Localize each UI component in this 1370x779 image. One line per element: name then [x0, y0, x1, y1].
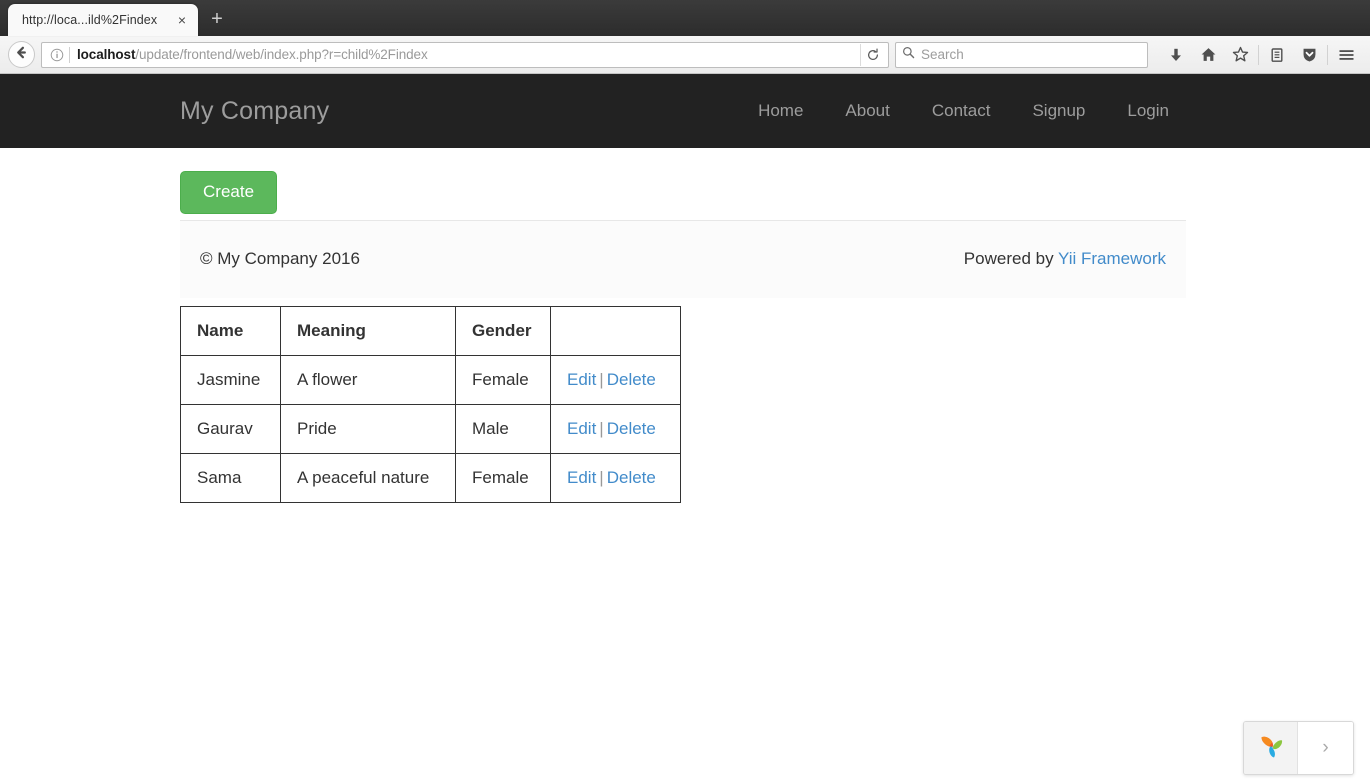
- cell-gender: Male: [455, 403, 551, 454]
- powered-by-label: Powered by: [963, 249, 1058, 269]
- new-tab-button[interactable]: +: [202, 4, 232, 34]
- info-circle-icon[interactable]: [48, 46, 66, 64]
- url-bar[interactable]: localhost/update/frontend/web/index.php?…: [41, 41, 889, 68]
- nav-link-contact[interactable]: Contact: [911, 101, 1012, 121]
- library-icon[interactable]: [1261, 40, 1293, 70]
- cell-name: Sama: [180, 452, 281, 503]
- tab-close-icon[interactable]: ×: [174, 12, 190, 28]
- site-footer: © My Company 2016 Powered by Yii Framewo…: [180, 219, 1186, 298]
- action-separator: |: [599, 418, 604, 438]
- back-arrow-icon: [14, 45, 29, 65]
- back-button[interactable]: [8, 41, 35, 68]
- nav-link-home[interactable]: Home: [737, 101, 824, 121]
- table-row: Jasmine A flower Female Edit | Delete: [180, 354, 681, 405]
- url-text: localhost/update/frontend/web/index.php?…: [77, 47, 860, 62]
- delete-link[interactable]: Delete: [607, 419, 656, 438]
- page-viewport: My Company Home About Contact Signup Log…: [0, 74, 1370, 779]
- table-head: Name Meaning Gender: [180, 305, 681, 356]
- table-body: Jasmine A flower Female Edit | Delete Gaur…: [180, 354, 681, 503]
- search-input[interactable]: Search: [921, 47, 964, 62]
- edit-link[interactable]: Edit: [567, 468, 596, 487]
- nav-link-login[interactable]: Login: [1106, 101, 1190, 121]
- cell-actions: Edit | Delete: [550, 354, 681, 405]
- column-header-actions: [550, 305, 681, 356]
- action-separator: |: [599, 467, 604, 487]
- browser-window: http://loca...ild%2Findex × + localhost/…: [0, 0, 1370, 779]
- cell-gender: Female: [455, 354, 551, 405]
- tab-strip: http://loca...ild%2Findex × +: [0, 0, 1370, 36]
- cell-actions: Edit | Delete: [550, 452, 681, 503]
- cell-meaning: Pride: [280, 403, 456, 454]
- toolbar-icon-group: [1160, 40, 1362, 70]
- search-icon: [902, 46, 915, 64]
- page-content: Create © My Company 2016 Powered by Yii …: [0, 148, 1370, 503]
- edit-link[interactable]: Edit: [567, 419, 596, 438]
- children-table: Name Meaning Gender Jasmine A flower Fem…: [180, 305, 681, 503]
- browser-tab[interactable]: http://loca...ild%2Findex ×: [8, 4, 198, 36]
- nav-links: Home About Contact Signup Login: [737, 101, 1190, 121]
- footer-copyright: © My Company 2016: [200, 249, 360, 269]
- yii-framework-link[interactable]: Yii Framework: [1058, 249, 1166, 268]
- toolbar-divider-2: [1327, 44, 1328, 65]
- url-divider: [69, 46, 70, 63]
- cell-name: Gaurav: [180, 403, 281, 454]
- pocket-shield-icon[interactable]: [1293, 40, 1325, 70]
- nav-link-about[interactable]: About: [824, 101, 910, 121]
- tab-title: http://loca...ild%2Findex: [22, 13, 158, 27]
- yii-debug-expand-button[interactable]: ›: [1298, 722, 1353, 774]
- column-header-name: Name: [180, 305, 281, 356]
- bookmark-star-icon[interactable]: [1224, 40, 1256, 70]
- table-header-row: Name Meaning Gender: [180, 305, 681, 356]
- site-navbar: My Company Home About Contact Signup Log…: [0, 74, 1370, 148]
- hamburger-menu-icon[interactable]: [1330, 40, 1362, 70]
- cell-meaning: A peaceful nature: [280, 452, 456, 503]
- cell-actions: Edit | Delete: [550, 403, 681, 454]
- edit-link[interactable]: Edit: [567, 370, 596, 389]
- yii-logo-icon: [1254, 729, 1288, 768]
- action-separator: |: [599, 369, 604, 389]
- url-host: localhost: [77, 47, 136, 62]
- table-row: Gaurav Pride Male Edit | Delete: [180, 403, 681, 454]
- column-header-meaning: Meaning: [280, 305, 456, 356]
- nav-link-signup[interactable]: Signup: [1011, 101, 1106, 121]
- brand-logo[interactable]: My Company: [180, 97, 329, 126]
- cell-gender: Female: [455, 452, 551, 503]
- create-button[interactable]: Create: [180, 171, 278, 214]
- search-bar[interactable]: Search: [895, 41, 1148, 68]
- delete-link[interactable]: Delete: [607, 370, 656, 389]
- toolbar-divider: [1258, 44, 1259, 65]
- yii-debug-toolbar: ›: [1243, 721, 1354, 775]
- url-path: /update/frontend/web/index.php?r=child%2…: [135, 47, 428, 62]
- table-row: Sama A peaceful nature Female Edit | Delet…: [180, 452, 681, 503]
- column-header-gender: Gender: [455, 305, 551, 356]
- browser-toolbar: localhost/update/frontend/web/index.php?…: [0, 36, 1370, 74]
- downloads-icon[interactable]: [1160, 40, 1192, 70]
- delete-link[interactable]: Delete: [607, 468, 656, 487]
- cell-meaning: A flower: [280, 354, 456, 405]
- reload-icon[interactable]: [860, 43, 884, 66]
- cell-name: Jasmine: [180, 354, 281, 405]
- footer-powered-by: Powered by Yii Framework: [964, 249, 1166, 269]
- yii-debug-logo-button[interactable]: [1244, 722, 1298, 774]
- home-icon[interactable]: [1192, 40, 1224, 70]
